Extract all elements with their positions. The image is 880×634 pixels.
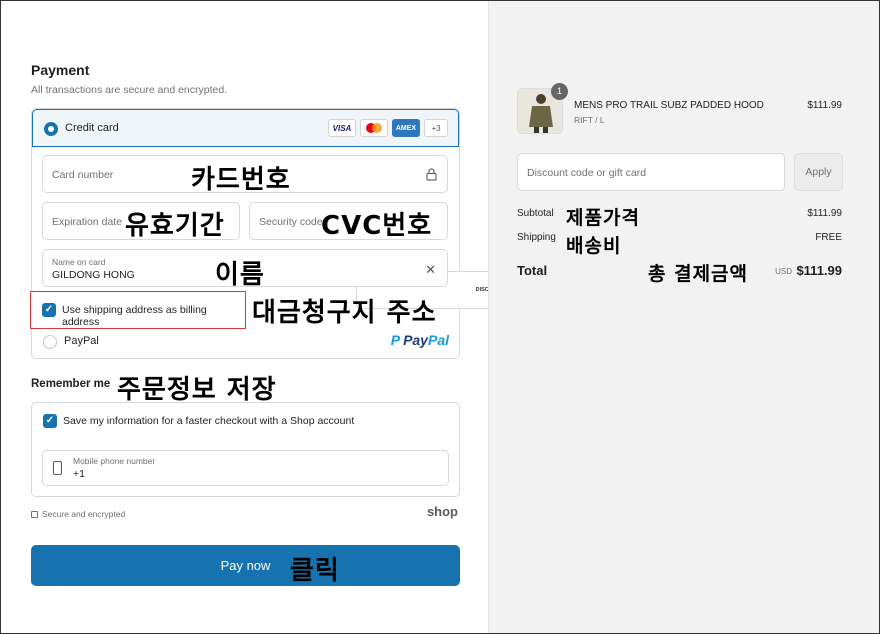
annotation-total: 총 결제금액: [648, 263, 749, 285]
annotation-cvc: CVC번호: [321, 211, 433, 241]
annotation-name: 이름: [215, 260, 265, 290]
credit-card-radio[interactable]: [44, 122, 58, 136]
paypal-label: PayPal: [64, 335, 99, 347]
card-brand-icons: VISA AMEX DISCOVER +3: [328, 119, 624, 309]
shipping-value: FREE: [815, 232, 842, 243]
annotation-card-number: 카드번호: [191, 165, 291, 195]
clear-icon[interactable]: ✕: [425, 262, 436, 278]
secure-text: Secure and encrypted: [42, 509, 126, 519]
payment-panel: Payment All transactions are secure and …: [1, 1, 624, 633]
total-value: $111.99: [796, 263, 842, 278]
mobile-phone-value: +1: [73, 468, 85, 480]
product-variant: RIFT / L: [574, 115, 605, 125]
shipping-label: Shipping: [517, 232, 556, 243]
credit-card-label: Credit card: [65, 122, 119, 134]
billing-address-checkbox-row[interactable]: ✓ Use shipping address as billing addres…: [30, 291, 246, 329]
lock-icon: [426, 168, 437, 181]
mobile-phone-input[interactable]: Mobile phone number +1: [42, 450, 449, 486]
credit-card-option[interactable]: Credit card VISA AMEX DISCOVER +3: [32, 109, 624, 309]
annotation-billing: 대금청구지 주소: [252, 298, 437, 328]
paypal-logo: P PayPal: [391, 332, 449, 348]
subtotal-label: Subtotal: [517, 208, 554, 219]
mastercard-icon: [360, 119, 388, 137]
item-count-badge: 1: [551, 83, 568, 100]
name-on-card-value: GILDONG HONG: [52, 269, 135, 281]
total-currency: USD: [775, 267, 792, 276]
paypal-radio[interactable]: [43, 335, 57, 349]
annotation-click: 클릭: [290, 556, 340, 586]
apply-button[interactable]: Apply: [794, 153, 843, 191]
annotation-product-price: 제품가격: [566, 207, 640, 229]
annotation-remember: 주문정보 저장: [117, 375, 277, 405]
more-cards-badge: +3: [424, 119, 448, 137]
annotation-shipping-fee: 배송비: [566, 235, 622, 257]
discount-code-input[interactable]: Discount code or gift card: [517, 153, 785, 191]
remember-me-box: ✓ Save my information for a faster check…: [31, 402, 460, 497]
product-price: $111.99: [807, 100, 842, 111]
phone-icon: [53, 461, 62, 475]
billing-checkbox[interactable]: ✓: [42, 303, 56, 317]
paypal-logo-pay: Pay: [403, 332, 428, 348]
mobile-phone-label: Mobile phone number: [73, 456, 156, 466]
save-info-checkbox[interactable]: ✓: [43, 414, 57, 428]
remember-me-title: Remember me: [31, 378, 111, 390]
billing-checkbox-label: Use shipping address as billing address: [62, 304, 207, 328]
annotation-expiration: 유효기간: [125, 211, 225, 241]
apply-label: Apply: [805, 166, 832, 178]
visa-icon: VISA: [328, 119, 356, 137]
pay-now-button[interactable]: Pay now: [31, 545, 460, 586]
payment-title: Payment: [31, 62, 90, 78]
total-label: Total: [517, 263, 548, 278]
subtotal-value: $111.99: [807, 208, 842, 219]
product-name: MENS PRO TRAIL SUBZ PADDED HOOD: [574, 100, 764, 111]
security-code-placeholder: Security code: [259, 216, 323, 228]
name-on-card-label: Name on card: [52, 257, 106, 267]
save-info-label: Save my information for a faster checkou…: [63, 415, 355, 427]
paypal-logo-pal: Pal: [427, 332, 449, 348]
lock-icon: [31, 511, 38, 518]
secure-encrypted-note: Secure and encrypted: [31, 509, 125, 519]
shop-logo: shop: [426, 504, 458, 519]
amex-icon: AMEX: [392, 119, 420, 137]
payment-subtitle: All transactions are secure and encrypte…: [31, 84, 228, 96]
card-number-placeholder: Card number: [52, 169, 114, 181]
paypal-mark-icon: P: [390, 332, 401, 348]
pay-now-label: Pay now: [220, 558, 271, 573]
order-summary-panel: 1 MENS PRO TRAIL SUBZ PADDED HOOD RIFT /…: [488, 1, 879, 633]
discount-placeholder: Discount code or gift card: [527, 167, 647, 179]
screenshot-frame: Payment All transactions are secure and …: [0, 0, 880, 634]
expiration-placeholder: Expiration date: [52, 216, 123, 228]
